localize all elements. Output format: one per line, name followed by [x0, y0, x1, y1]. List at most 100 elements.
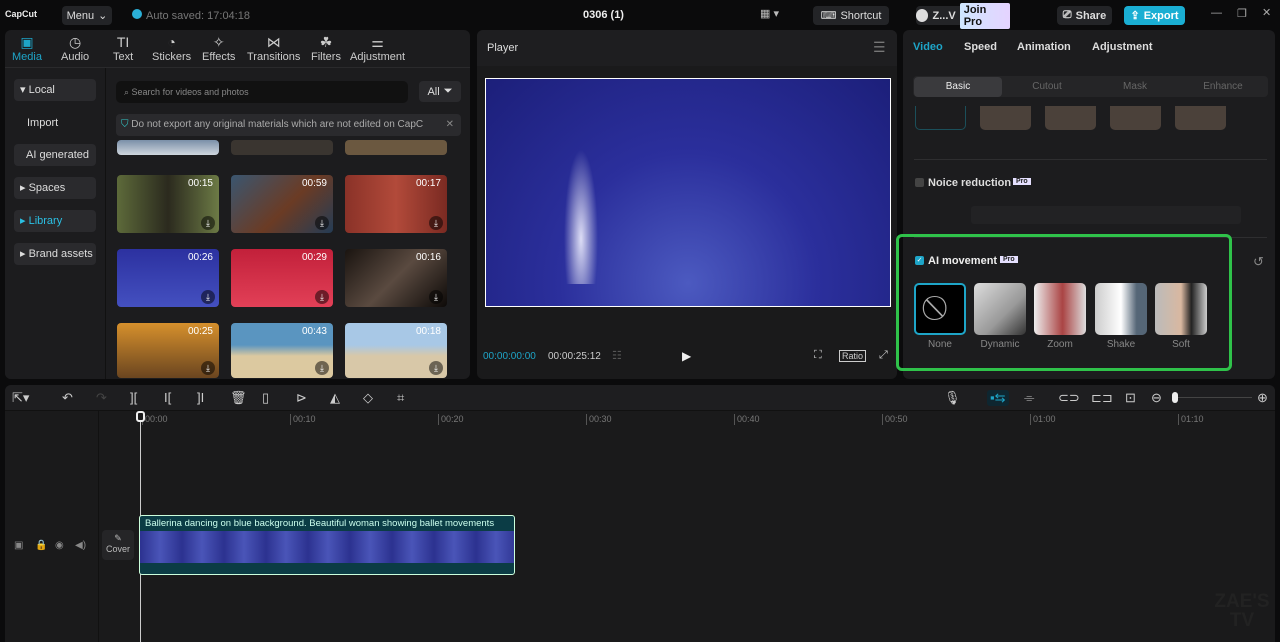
media-thumb[interactable]: 00:17 ⤓	[345, 175, 447, 233]
preset-partial[interactable]	[980, 106, 1031, 130]
share-button[interactable]: ⎚ Share	[1057, 6, 1112, 25]
menu-button[interactable]: Menu ⌄	[62, 6, 112, 25]
crop-icon[interactable]: ⌗	[397, 390, 404, 406]
zoom-in-icon[interactable]: ⊕	[1257, 390, 1268, 406]
split-right-icon[interactable]: ]I	[197, 390, 204, 405]
join-pro-badge[interactable]: Join Pro	[959, 2, 1010, 29]
filter-button[interactable]: All ⏷	[419, 81, 461, 102]
movement-soft[interactable]	[1155, 283, 1207, 335]
download-icon[interactable]: ⤓	[315, 216, 329, 230]
download-icon[interactable]: ⤓	[201, 290, 215, 304]
noise-reduction-checkbox[interactable]	[915, 178, 924, 187]
subtab-enhance[interactable]: Enhance	[1179, 77, 1267, 97]
tab-stickers[interactable]: ◔ Stickers	[152, 33, 191, 63]
tab-video[interactable]: Video	[913, 41, 943, 53]
ai-movement-checkbox[interactable]: ✓	[915, 256, 924, 265]
sidebar-item-brand-assets[interactable]: ▸ Brand assets	[14, 243, 96, 265]
main-track-magnet-icon[interactable]: ▪⇆	[987, 390, 1009, 406]
freeze-icon[interactable]: ▯	[262, 390, 269, 406]
download-icon[interactable]: ⤓	[201, 216, 215, 230]
tab-transitions[interactable]: ⋈ Transitions	[247, 33, 300, 63]
media-thumb[interactable]: 00:15 ⤓	[117, 175, 219, 233]
media-thumb[interactable]: 00:43 ⤓	[231, 323, 333, 378]
media-thumb-partial[interactable]	[345, 140, 447, 155]
movement-shake[interactable]	[1095, 283, 1147, 335]
tab-animation[interactable]: Animation	[1017, 41, 1071, 53]
microphone-icon[interactable]: 🎙	[944, 390, 961, 406]
split-icon[interactable]: ][	[130, 390, 137, 405]
reset-icon[interactable]: ↺	[1253, 254, 1264, 270]
preview-icon[interactable]: ⊡	[1125, 390, 1136, 406]
cover-button[interactable]: ✎ Cover	[102, 530, 134, 560]
close-icon[interactable]: ✕	[1262, 6, 1271, 19]
auto-snap-icon[interactable]: ⌯	[1024, 390, 1034, 406]
restore-icon[interactable]: ❐	[1237, 7, 1247, 20]
media-thumb-partial[interactable]	[117, 140, 219, 155]
preset-partial[interactable]	[1045, 106, 1096, 130]
player-menu-icon[interactable]: ☰	[873, 39, 886, 56]
tab-adjustment[interactable]: Adjustment	[1092, 41, 1153, 53]
sidebar-item-local[interactable]: ▾ Local	[14, 79, 96, 101]
tab-speed[interactable]: Speed	[964, 41, 997, 53]
zoom-slider[interactable]	[1172, 392, 1252, 403]
preset-partial[interactable]	[1110, 106, 1161, 130]
timeline-grid-icon[interactable]: ☷	[612, 349, 622, 362]
sidebar-item-ai-generated[interactable]: AI generated	[14, 144, 96, 166]
media-thumb[interactable]: 00:26 ⤓	[117, 249, 219, 307]
ratio-button[interactable]: Ratio	[839, 350, 867, 362]
tab-audio[interactable]: ◷ Audio	[61, 33, 89, 63]
tab-text[interactable]: TI Text	[113, 33, 133, 63]
lock-icon[interactable]: 🔒	[35, 540, 47, 551]
noise-dropdown[interactable]	[971, 206, 1241, 224]
shortcut-button[interactable]: ⌨ Shortcut	[813, 6, 889, 25]
preset-partial[interactable]	[1175, 106, 1226, 130]
tab-effects[interactable]: ✧ Effects	[202, 33, 235, 63]
close-notice-icon[interactable]: ✕	[446, 114, 454, 136]
redo-icon[interactable]: ↷	[96, 390, 107, 406]
movement-none[interactable]: ⃠	[914, 283, 966, 335]
download-icon[interactable]: ⤓	[429, 361, 443, 375]
split-left-icon[interactable]: I[	[164, 390, 171, 405]
media-thumb[interactable]: 00:25 ⤓	[117, 323, 219, 378]
track-toggle-icon[interactable]: ▣	[14, 540, 23, 551]
mirror-icon[interactable]: ◭	[330, 390, 340, 406]
download-icon[interactable]: ⤓	[429, 216, 443, 230]
movement-zoom[interactable]	[1034, 283, 1086, 335]
select-tool-icon[interactable]: ⇱▾	[12, 390, 29, 406]
tab-adjustment[interactable]: ⚌ Adjustment	[350, 33, 405, 63]
media-thumb[interactable]: 00:59 ⤓	[231, 175, 333, 233]
split-preview-icon[interactable]: ⊏⊐	[1091, 390, 1113, 406]
delete-icon[interactable]: 🗑	[230, 390, 247, 406]
minimize-icon[interactable]: —	[1211, 7, 1222, 19]
subtab-mask[interactable]: Mask	[1091, 77, 1179, 97]
search-input[interactable]: ⌕ Search for videos and photos	[116, 81, 408, 103]
preset-none-partial[interactable]	[915, 106, 966, 130]
zoom-out-icon[interactable]: ⊖	[1151, 390, 1162, 406]
layout-icon[interactable]: ▦ ▾	[760, 7, 779, 20]
download-icon[interactable]: ⤓	[429, 290, 443, 304]
play-icon[interactable]: ▶	[682, 349, 691, 363]
tab-media[interactable]: ▣ Media	[12, 33, 42, 63]
subtab-basic[interactable]: Basic	[914, 77, 1002, 97]
zoom-slider-handle[interactable]	[1172, 392, 1178, 403]
fullscreen-icon[interactable]: ⤢	[879, 349, 888, 362]
sidebar-item-import[interactable]: Import	[14, 112, 96, 134]
undo-icon[interactable]: ↶	[62, 390, 73, 406]
play-circle-icon[interactable]: ⊳	[296, 390, 307, 406]
audio-icon[interactable]: ◀)	[75, 540, 86, 551]
rotate-icon[interactable]: ◇	[363, 390, 373, 406]
sidebar-item-library[interactable]: ▸ Library	[14, 210, 96, 232]
video-preview[interactable]	[485, 78, 891, 307]
tab-filters[interactable]: ☘ Filters	[311, 33, 341, 63]
user-button[interactable]: Z...V Join Pro	[916, 2, 1010, 29]
media-thumb-partial[interactable]	[231, 140, 333, 155]
download-icon[interactable]: ⤓	[201, 361, 215, 375]
media-thumb[interactable]: 00:29 ⤓	[231, 249, 333, 307]
movement-dynamic[interactable]	[974, 283, 1026, 335]
media-thumb[interactable]: 00:18 ⤓	[345, 323, 447, 378]
video-clip[interactable]: Ballerina dancing on blue background. Be…	[139, 515, 515, 575]
eye-icon[interactable]: ◉	[55, 540, 64, 551]
media-thumb[interactable]: 00:16 ⤓	[345, 249, 447, 307]
export-button[interactable]: ⇪ Export	[1124, 6, 1185, 25]
link-icon[interactable]: ⊂⊃	[1058, 390, 1080, 406]
